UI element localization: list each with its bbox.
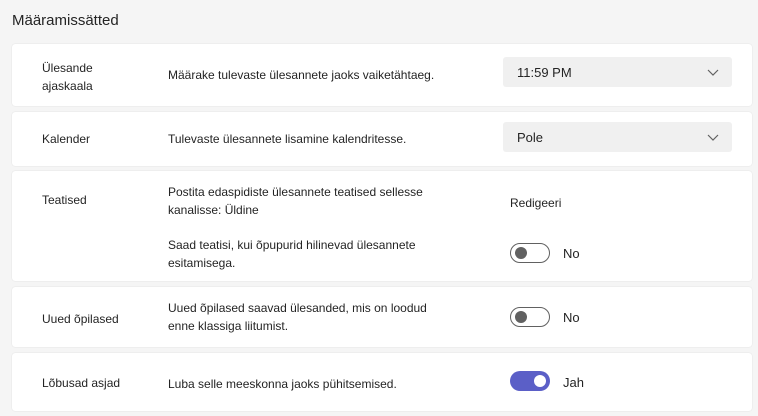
setting-description-calendar: Tulevaste ülesannete lisamine kalendrite… [168,132,407,146]
calendar-value: Pole [517,129,544,145]
setting-label-fun-stuff: Lõbusad asjad [42,376,121,390]
toggle-knob [515,311,527,323]
setting-label-notifications: Teatised [42,193,87,207]
setting-description-late-notifications: Saad teatisi, kui õpupurid hilinevad üle… [168,238,416,270]
celebrations-toggle-label: Jah [563,375,584,390]
due-time-value: 11:59 PM [517,64,572,80]
setting-card-fun-stuff: Lõbusad asjad Luba selle meeskonna jaoks… [12,353,752,411]
edit-channel-link[interactable]: Redigeeri [510,196,561,210]
toggle-knob [515,247,527,259]
setting-description-notifications: Postita edaspidiste ülesannete teatised … [168,185,423,217]
celebrations-toggle[interactable] [510,371,550,391]
setting-label-new-students: Uued õpilased [42,312,119,326]
calendar-dropdown[interactable]: Pole [503,122,732,152]
late-submission-toggle-label: No [563,246,580,261]
setting-label-calendar: Kalender [42,132,91,146]
page-title: Määramissätted [12,12,119,29]
setting-card-calendar: Kalender Tulevaste ülesannete lisamine k… [12,112,752,166]
toggle-knob [534,375,546,387]
late-submission-toggle[interactable] [510,243,550,263]
chevron-down-icon [707,134,719,141]
setting-label-assignment-timeline: Ülesande ajaskaala [42,61,93,93]
due-time-dropdown[interactable]: 11:59 PM [503,57,732,87]
setting-description-new-students: Uued õpilased saavad ülesanded, mis on l… [168,301,427,333]
setting-description-assignment-timeline: Määrake tulevaste ülesannete jaoks vaike… [168,68,435,82]
new-students-toggle-label: No [563,310,580,325]
chevron-down-icon [707,69,719,76]
setting-card-notifications: Teatised Postita edaspidiste ülesannete … [12,171,752,281]
setting-description-fun-stuff: Luba selle meeskonna jaoks pühitsemised. [168,377,397,391]
new-students-toggle[interactable] [510,307,550,327]
setting-card-new-students: Uued õpilased Uued õpilased saavad ülesa… [12,287,752,347]
setting-card-assignment-timeline: Ülesande ajaskaala Määrake tulevaste üle… [12,44,752,106]
